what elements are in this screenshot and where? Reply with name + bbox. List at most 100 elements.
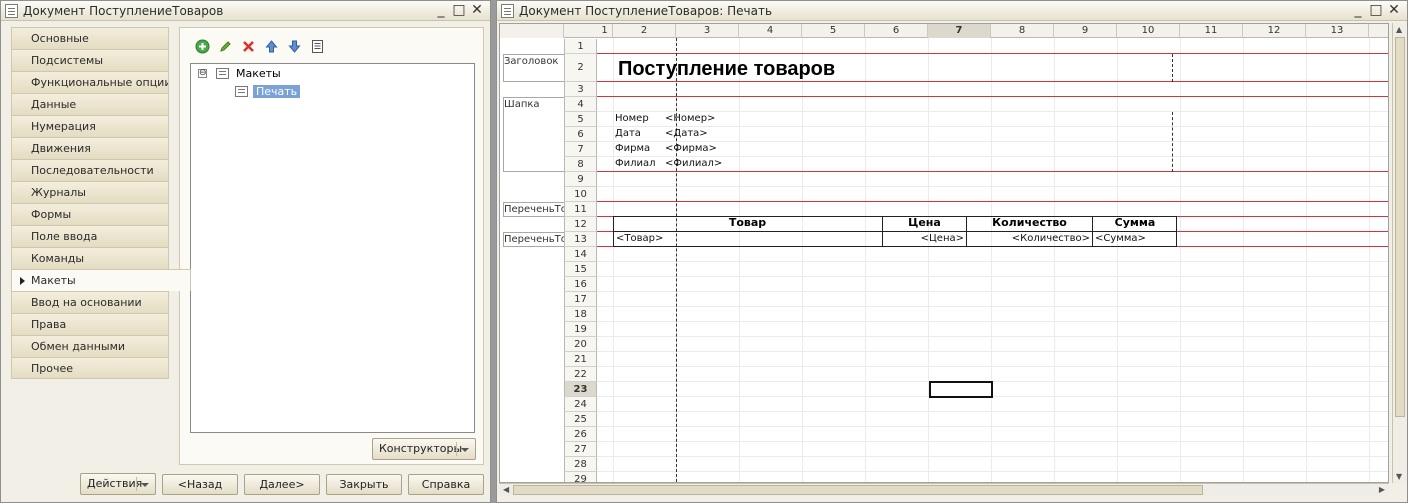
row-header[interactable]: 6 — [564, 127, 597, 142]
branch-label-cell[interactable]: Филиал — [615, 157, 656, 171]
column-header[interactable]: 10 — [1117, 24, 1180, 38]
horizontal-scrollbar[interactable]: ◀ ▶ — [499, 483, 1389, 496]
column-header[interactable]: 8 — [991, 24, 1054, 38]
row-header[interactable]: 12 — [564, 217, 597, 232]
row-header[interactable]: 2 — [564, 54, 597, 82]
row-header[interactable]: 19 — [564, 322, 597, 337]
tab-dvizheniya[interactable]: Движения — [11, 137, 169, 159]
move-down-icon[interactable] — [285, 38, 304, 55]
horizontal-scroll-thumb[interactable] — [513, 485, 1203, 495]
tree-node-pechat[interactable]: Печать — [253, 83, 301, 101]
move-up-icon[interactable] — [262, 38, 281, 55]
column-header[interactable]: 9 — [1054, 24, 1117, 38]
tab-posledovatelnosti[interactable]: Последовательности — [11, 159, 169, 181]
tab-vvod-na-osnovanii[interactable]: Ввод на основании — [11, 291, 169, 313]
close-window-button[interactable]: ✕ — [1385, 2, 1403, 19]
row-header-active[interactable]: 23 — [564, 382, 597, 397]
close-button[interactable]: Закрыть — [326, 474, 402, 495]
tab-prava[interactable]: Права — [11, 313, 169, 335]
row-header[interactable]: 4 — [564, 97, 597, 112]
column-header[interactable]: 3 — [676, 24, 739, 38]
column-header[interactable]: 4 — [739, 24, 802, 38]
table-header-quantity[interactable]: Количество — [966, 216, 1092, 231]
column-header[interactable]: 12 — [1243, 24, 1306, 38]
template-title-cell[interactable]: Поступление товаров — [618, 57, 835, 81]
tab-pole-vvoda[interactable]: Поле ввода — [11, 225, 169, 247]
row-header[interactable]: 28 — [564, 457, 597, 472]
tab-numeratsiya[interactable]: Нумерация — [11, 115, 169, 137]
add-icon[interactable] — [193, 38, 212, 55]
row-header[interactable]: 14 — [564, 247, 597, 262]
collapse-toggle-icon[interactable]: ⊖ — [198, 69, 207, 78]
row-header[interactable]: 26 — [564, 427, 597, 442]
tab-prochee[interactable]: Прочее — [11, 357, 169, 379]
vertical-scroll-thumb[interactable] — [1395, 37, 1405, 417]
back-button[interactable]: <Назад — [162, 474, 238, 495]
tab-makety[interactable]: Макеты — [11, 269, 191, 291]
vertical-scrollbar[interactable]: ▲ ▼ — [1392, 23, 1407, 483]
tab-obmen-dannymi[interactable]: Обмен данными — [11, 335, 169, 357]
column-header[interactable]: 5 — [802, 24, 865, 38]
constructors-button[interactable]: Конструкторы — [372, 438, 476, 460]
table-cell-quantity[interactable]: <Количество> — [966, 232, 1090, 246]
tree-node-makety[interactable]: Макеты — [236, 65, 281, 83]
number-label-cell[interactable]: Номер — [615, 112, 649, 126]
row-header[interactable]: 27 — [564, 442, 597, 457]
maximize-button[interactable]: □ — [1367, 2, 1385, 19]
row-header[interactable]: 16 — [564, 277, 597, 292]
row-header[interactable]: 9 — [564, 172, 597, 187]
scroll-left-icon[interactable]: ◀ — [503, 485, 509, 494]
row-header[interactable]: 21 — [564, 352, 597, 367]
table-header-sum[interactable]: Сумма — [1092, 216, 1177, 231]
help-button[interactable]: Справка — [408, 474, 484, 495]
tab-komandy[interactable]: Команды — [11, 247, 169, 269]
row-header[interactable]: 3 — [564, 82, 597, 97]
tab-dannye[interactable]: Данные — [11, 93, 169, 115]
row-header[interactable]: 25 — [564, 412, 597, 427]
firm-param-cell[interactable]: <Фирма> — [665, 142, 717, 156]
scroll-right-icon[interactable]: ▶ — [1379, 485, 1385, 494]
next-button[interactable]: Далее> — [244, 474, 320, 495]
actions-button[interactable]: Действия — [80, 473, 156, 495]
column-header[interactable]: 1 — [597, 24, 613, 38]
minimize-button[interactable]: _ — [1349, 2, 1367, 19]
row-header[interactable]: 17 — [564, 292, 597, 307]
row-header[interactable]: 5 — [564, 112, 597, 127]
date-label-cell[interactable]: Дата — [615, 127, 641, 141]
selected-cell[interactable] — [929, 381, 993, 398]
row-header[interactable]: 24 — [564, 397, 597, 412]
tab-funktsionalnye-optsii[interactable]: Функциональные опции — [11, 71, 169, 93]
number-param-cell[interactable]: <Номер> — [665, 112, 715, 126]
tab-osnovnye[interactable]: Основные — [11, 27, 169, 49]
tab-formy[interactable]: Формы — [11, 203, 169, 225]
scroll-up-icon[interactable]: ▲ — [1396, 25, 1402, 34]
scroll-down-icon[interactable]: ▼ — [1396, 472, 1402, 481]
branch-param-cell[interactable]: <Филиал> — [665, 157, 722, 171]
column-header[interactable]: 2 — [613, 24, 676, 38]
table-header-goods[interactable]: Товар — [613, 216, 882, 231]
table-cell-sum[interactable]: <Сумма> — [1095, 232, 1146, 246]
row-header[interactable]: 7 — [564, 142, 597, 157]
table-cell-goods[interactable]: <Товар> — [616, 232, 663, 246]
firm-label-cell[interactable]: Фирма — [615, 142, 650, 156]
tab-zhurnaly[interactable]: Журналы — [11, 181, 169, 203]
date-param-cell[interactable]: <Дата> — [665, 127, 708, 141]
row-header[interactable]: 18 — [564, 307, 597, 322]
maximize-button[interactable]: □ — [450, 2, 468, 19]
row-header[interactable]: 15 — [564, 262, 597, 277]
close-window-button[interactable]: ✕ — [468, 2, 486, 19]
row-header[interactable]: 13 — [564, 232, 597, 247]
row-header[interactable]: 22 — [564, 367, 597, 382]
edit-icon[interactable] — [216, 38, 235, 55]
table-cell-price[interactable]: <Цена> — [882, 232, 964, 246]
row-header[interactable]: 20 — [564, 337, 597, 352]
column-header[interactable]: 11 — [1180, 24, 1243, 38]
spreadsheet[interactable]: 1 2 3 4 5 6 7 8 9 10 11 12 13 1 2 3 4 5 … — [499, 23, 1389, 483]
column-header[interactable]: 6 — [865, 24, 928, 38]
row-header[interactable]: 8 — [564, 157, 597, 172]
list-icon[interactable] — [308, 38, 327, 55]
tab-podsistemy[interactable]: Подсистемы — [11, 49, 169, 71]
row-header[interactable]: 29 — [564, 472, 597, 482]
table-header-price[interactable]: Цена — [882, 216, 966, 231]
row-header[interactable]: 11 — [564, 202, 597, 217]
